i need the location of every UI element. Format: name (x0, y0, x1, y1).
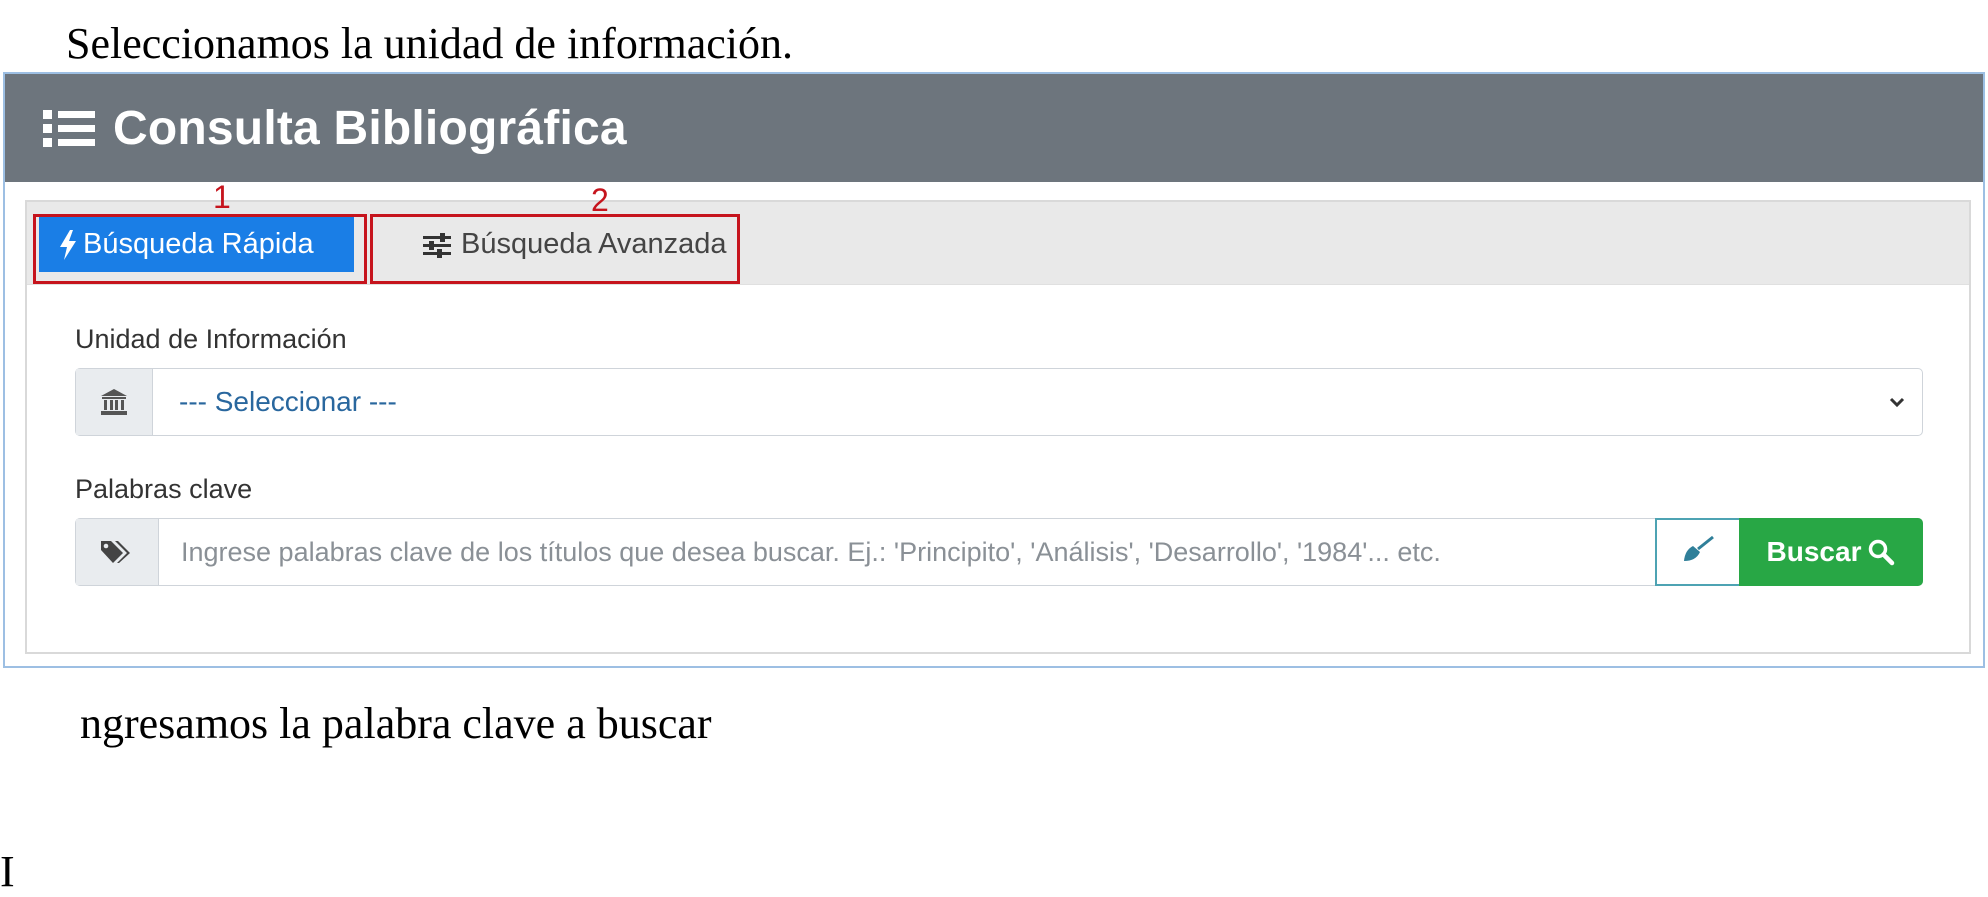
list-icon (43, 106, 99, 150)
bolt-icon (59, 229, 77, 260)
search-button[interactable]: Buscar (1739, 518, 1923, 586)
tab-advanced-search-label: Búsqueda Avanzada (461, 228, 727, 260)
keywords-label: Palabras clave (75, 474, 253, 504)
keywords-input[interactable] (159, 519, 1655, 585)
page-title: Consulta Bibliográfica (113, 101, 627, 155)
tab-advanced-search[interactable]: Búsqueda Avanzada (397, 217, 737, 272)
search-card-body: Búsqueda Rápida Búsqueda Avanzada Unidad… (25, 200, 1971, 654)
institution-icon (76, 369, 153, 435)
annotation-number-1: 1 (213, 179, 231, 215)
bibliographic-search-panel: Consulta Bibliográfica Búsqueda Rápida B… (3, 72, 1985, 668)
instruction-text-keywords: ngresamos la palabra clave a buscar (80, 699, 712, 748)
card-header: Consulta Bibliográfica (5, 74, 1983, 182)
search-tabs: Búsqueda Rápida Búsqueda Avanzada (27, 202, 1969, 285)
unit-select-value: --- Seleccionar --- (179, 386, 397, 417)
tags-icon (76, 519, 159, 585)
clear-button[interactable] (1655, 518, 1739, 586)
keywords-input-group: Buscar (75, 518, 1923, 586)
broom-icon (1680, 535, 1716, 570)
search-icon (1867, 538, 1895, 566)
instruction-text: Seleccionamos la unidad de información. (66, 19, 793, 68)
unit-select[interactable]: --- Seleccionar --- (75, 368, 1923, 436)
chevron-down-icon (1872, 369, 1922, 435)
unit-label: Unidad de Información (75, 324, 347, 354)
stray-letter: I (0, 847, 15, 896)
search-button-label: Buscar (1766, 536, 1862, 567)
annotation-number-2: 2 (591, 182, 609, 218)
sliders-icon (423, 232, 451, 258)
tab-quick-search-label: Búsqueda Rápida (83, 228, 314, 260)
tab-quick-search[interactable]: Búsqueda Rápida (39, 217, 354, 272)
